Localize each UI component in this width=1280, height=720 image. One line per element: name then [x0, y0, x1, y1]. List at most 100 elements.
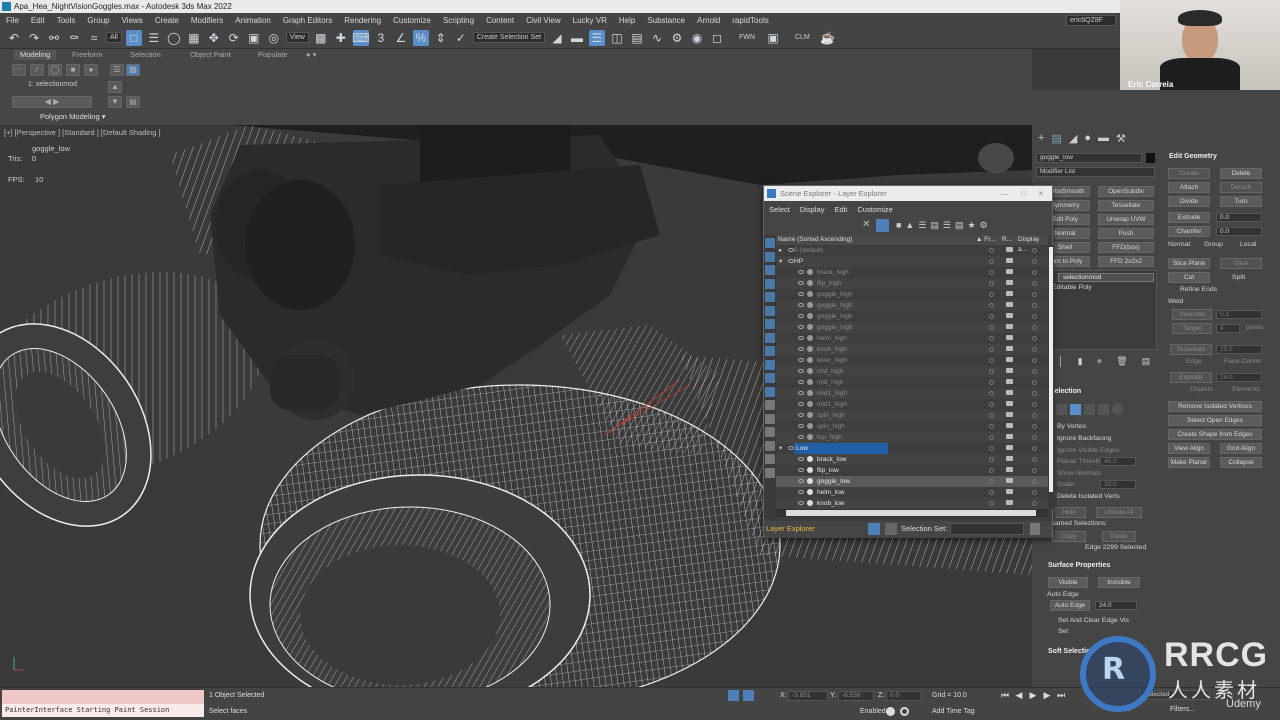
object-color-swatch[interactable]	[1146, 153, 1155, 163]
menu-group[interactable]: Group	[81, 16, 115, 25]
menu-help[interactable]: Help	[613, 16, 641, 25]
move-icon[interactable]: ✥	[206, 30, 222, 46]
explorer-filter-icon[interactable]	[765, 373, 775, 383]
undo-icon[interactable]: ↶	[6, 30, 22, 46]
frozen-toggle-icon[interactable]	[989, 270, 994, 275]
remove-isolated-vertices-button[interactable]: Remove Isolated Vertices	[1168, 401, 1262, 412]
enabled-toggle[interactable]	[886, 707, 895, 716]
frozen-toggle-icon[interactable]	[989, 248, 994, 253]
render-toggle-icon[interactable]	[1006, 423, 1013, 428]
link-icon[interactable]: ⚯	[46, 30, 62, 46]
menu-content[interactable]: Content	[480, 16, 520, 25]
display-toggle-icon[interactable]	[1032, 281, 1037, 286]
vertex-level-icon[interactable]	[1056, 404, 1067, 415]
clear-filter-icon[interactable]: ✕	[862, 219, 870, 230]
bind-spacewarp-icon[interactable]: ≈	[86, 30, 102, 46]
select-open-edges-button[interactable]: Select Open Edges	[1168, 415, 1262, 426]
frozen-toggle-icon[interactable]	[989, 424, 994, 429]
render-toggle-icon[interactable]	[1006, 489, 1013, 494]
attach-button[interactable]: Attach	[1168, 182, 1210, 193]
display-toggle-icon[interactable]	[1032, 391, 1037, 396]
frozen-toggle-icon[interactable]	[989, 303, 994, 308]
object-row[interactable]: knob_high	[776, 344, 1048, 355]
extrude-button[interactable]: Extrude	[1168, 212, 1210, 223]
display-toggle-icon[interactable]	[1032, 325, 1037, 330]
weld-selected-button[interactable]: Selected	[1172, 309, 1212, 320]
selection-rollout-header[interactable]: Selection	[1050, 388, 1081, 395]
visibility-eye-icon[interactable]	[798, 501, 804, 505]
explorer-type-dropdown[interactable]: Layer Explorer	[766, 524, 815, 533]
minimize-icon[interactable]: —	[1001, 186, 1009, 201]
render-toggle-icon[interactable]	[1006, 445, 1013, 450]
menu-tools[interactable]: Tools	[51, 16, 82, 25]
display-toggle-icon[interactable]	[1032, 413, 1037, 418]
select-by-name-icon[interactable]: ☰	[146, 30, 162, 46]
explorer-filter-icon[interactable]	[765, 467, 775, 478]
visibility-eye-icon[interactable]	[798, 281, 804, 285]
frozen-toggle-icon[interactable]	[989, 479, 994, 484]
scrollbar-thumb[interactable]	[1049, 247, 1053, 492]
vertex-mode-icon[interactable]: ⋅	[12, 64, 26, 76]
visibility-eye-icon[interactable]	[798, 479, 804, 483]
reference-coord-dropdown[interactable]: View	[285, 32, 309, 43]
visibility-eye-icon[interactable]	[798, 402, 804, 406]
display-toggle-icon[interactable]	[1032, 292, 1037, 297]
set-clear-edge-vis-radio[interactable]: Set And Clear Edge Vis	[1058, 617, 1129, 624]
show-normals-checkbox[interactable]: Show Normals	[1057, 470, 1101, 477]
explorer-filter-icon[interactable]	[765, 332, 775, 343]
y-coord-field[interactable]: -6.538	[838, 691, 874, 701]
tab-object-paint[interactable]: Object Paint	[184, 50, 237, 60]
normal-group-radio[interactable]: Group	[1204, 241, 1223, 248]
object-row[interactable]: knob_low	[776, 498, 1048, 509]
hscrollbar-thumb[interactable]	[786, 510, 1036, 516]
explorer-filter-icon[interactable]	[765, 265, 775, 275]
frozen-toggle-icon[interactable]	[989, 380, 994, 385]
menu-scripting[interactable]: Scripting	[437, 16, 480, 25]
menu-edit[interactable]: Edit	[25, 16, 51, 25]
visibility-eye-icon[interactable]	[798, 413, 804, 417]
modifier-ffd-box-button[interactable]: FFD(box)	[1098, 242, 1154, 253]
layer-explorer-icon[interactable]: ◫	[609, 30, 625, 46]
object-row[interactable]: mid1_high	[776, 399, 1048, 410]
frozen-column-header[interactable]: ▲ Fr...	[976, 235, 995, 245]
explode-objects-radio[interactable]: Objects	[1190, 386, 1213, 393]
render-toggle-icon[interactable]	[1006, 368, 1013, 373]
unhide-all-button[interactable]: Unhide All	[1096, 507, 1142, 518]
display-toggle-icon[interactable]	[1032, 435, 1037, 440]
redo-icon[interactable]: ↷	[26, 30, 42, 46]
name-column-header[interactable]: Name (Sorted Ascending)	[778, 235, 852, 245]
object-row[interactable]: goggle_high	[776, 311, 1048, 322]
object-row[interactable]: goggle_high	[776, 300, 1048, 311]
expand-toggle-icon[interactable]: ▾	[779, 256, 782, 267]
edit-named-sets-icon[interactable]: ✓	[453, 30, 469, 46]
display-toggle-icon[interactable]	[1032, 501, 1037, 506]
frozen-toggle-icon[interactable]	[989, 325, 994, 330]
go-to-start-icon[interactable]: ⏮	[1000, 690, 1010, 700]
explorer-filter-icon[interactable]	[765, 278, 775, 289]
tessellate-edge-radio[interactable]: Edge	[1186, 358, 1202, 365]
layer-tools-icons[interactable]: ■▲☰▤☰▤★⚙	[896, 220, 992, 231]
explorer-filter-icon[interactable]	[765, 440, 775, 451]
cut-button[interactable]: Cut	[1168, 272, 1210, 283]
stack-toggle-icon[interactable]: ▩	[126, 64, 140, 76]
explorer-menu-display[interactable]: Display	[795, 205, 830, 214]
tessellate-face-center-radio[interactable]: Face-Center	[1224, 358, 1262, 365]
explorer-filter-icon[interactable]	[765, 238, 775, 248]
explorer-filter-icon[interactable]	[765, 400, 775, 410]
render-toggle-icon[interactable]	[1006, 434, 1013, 439]
display-toggle-icon[interactable]	[1032, 446, 1037, 451]
display-toggle-icon[interactable]	[1032, 380, 1037, 385]
expand-toggle-icon[interactable]: ▸	[779, 245, 782, 256]
select-manipulate-icon[interactable]: ✚	[333, 30, 349, 46]
render-toggle-icon[interactable]	[1006, 280, 1013, 285]
visibility-eye-icon[interactable]	[798, 314, 804, 318]
explorer-filter-icon[interactable]	[765, 251, 775, 262]
maximize-icon[interactable]: □	[1021, 186, 1026, 201]
scene-explorer-titlebar[interactable]: Scene Explorer - Layer Explorer — □ ✕	[764, 186, 1052, 201]
chamfer-spinner[interactable]: 0.0	[1216, 227, 1262, 236]
display-toggle-icon[interactable]	[1032, 347, 1037, 352]
stack-nav-buttons[interactable]: ◀ ▶	[12, 96, 92, 108]
layer-row[interactable]: ▾ HP	[776, 256, 1048, 267]
menu-create[interactable]: Create	[149, 16, 185, 25]
tab-populate[interactable]: Populate	[252, 50, 294, 60]
